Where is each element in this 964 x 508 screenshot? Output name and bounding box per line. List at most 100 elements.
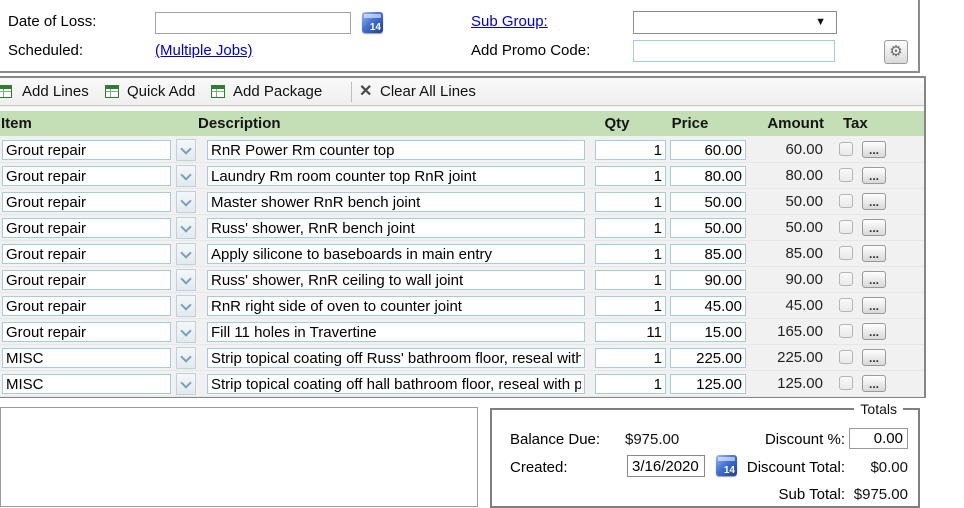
item-input[interactable] (2, 192, 171, 212)
qty-input[interactable] (595, 166, 666, 186)
clear-all-lines-button[interactable]: Clear All Lines (380, 78, 476, 106)
qty-input[interactable] (595, 374, 666, 394)
row-options-button[interactable]: ... (862, 271, 886, 288)
grid-toolbar: Add Lines Quick Add Add Package ✕ Clear … (0, 78, 924, 106)
multiple-jobs-link[interactable]: (Multiple Jobs) (155, 42, 253, 59)
header-qty: Qty (584, 111, 650, 136)
settings-button[interactable]: ⚙ (884, 40, 908, 64)
description-input[interactable] (207, 270, 585, 290)
add-package-button[interactable]: Add Package (233, 78, 322, 106)
qty-input[interactable] (595, 270, 666, 290)
item-input[interactable] (2, 322, 171, 342)
description-input[interactable] (207, 218, 585, 238)
item-dropdown-button[interactable] (176, 139, 196, 161)
sub-group-select[interactable]: ▼ (633, 11, 837, 34)
quick-add-button[interactable]: Quick Add (127, 78, 195, 106)
notes-box[interactable] (0, 407, 478, 507)
tax-checkbox[interactable] (839, 272, 853, 286)
item-dropdown-button[interactable] (176, 321, 196, 343)
sub-total-label: Sub Total: (745, 486, 845, 503)
description-input[interactable] (207, 296, 585, 316)
qty-input[interactable] (595, 296, 666, 316)
price-input[interactable] (670, 296, 746, 316)
header-price: Price (657, 111, 723, 136)
table-row: 85.00 ... (0, 241, 924, 267)
item-input[interactable] (2, 218, 171, 238)
tax-checkbox[interactable] (839, 194, 853, 208)
row-options-button[interactable]: ... (862, 375, 886, 392)
table-row: 60.00 ... (0, 137, 924, 163)
price-input[interactable] (670, 322, 746, 342)
balance-due-value: $975.00 (625, 431, 679, 448)
row-options-button[interactable]: ... (862, 297, 886, 314)
description-input[interactable] (207, 192, 585, 212)
description-input[interactable] (207, 166, 585, 186)
price-input[interactable] (670, 218, 746, 238)
tax-checkbox[interactable] (839, 168, 853, 182)
description-input[interactable] (207, 374, 585, 394)
created-date-input[interactable] (627, 455, 705, 477)
promo-code-input[interactable] (633, 40, 835, 62)
description-input[interactable] (207, 348, 585, 368)
price-input[interactable] (670, 192, 746, 212)
sub-group-link[interactable]: Sub Group: (471, 13, 548, 30)
row-options-button[interactable]: ... (862, 245, 886, 262)
item-dropdown-button[interactable] (176, 269, 196, 291)
description-input[interactable] (207, 244, 585, 264)
amount-value: 225.00 (751, 345, 823, 371)
row-options-button[interactable]: ... (862, 167, 886, 184)
price-input[interactable] (670, 140, 746, 160)
item-input[interactable] (2, 140, 171, 160)
price-input[interactable] (670, 166, 746, 186)
row-options-button[interactable]: ... (862, 193, 886, 210)
tax-checkbox[interactable] (839, 246, 853, 260)
item-input[interactable] (2, 244, 171, 264)
item-dropdown-button[interactable] (176, 373, 196, 395)
price-input[interactable] (670, 348, 746, 368)
tax-checkbox[interactable] (839, 350, 853, 364)
tax-checkbox[interactable] (839, 142, 853, 156)
qty-input[interactable] (595, 244, 666, 264)
date-of-loss-input[interactable] (155, 12, 351, 34)
row-options-button[interactable]: ... (862, 219, 886, 236)
price-input[interactable] (670, 244, 746, 264)
created-label: Created: (510, 459, 568, 476)
item-dropdown-button[interactable] (176, 243, 196, 265)
date-of-loss-calendar-icon[interactable] (362, 12, 383, 33)
row-options-button[interactable]: ... (862, 323, 886, 340)
item-input[interactable] (2, 374, 171, 394)
add-lines-button[interactable]: Add Lines (22, 78, 89, 106)
qty-input[interactable] (595, 322, 666, 342)
item-input[interactable] (2, 166, 171, 186)
table-row: 50.00 ... (0, 215, 924, 241)
qty-input[interactable] (595, 218, 666, 238)
item-input[interactable] (2, 296, 171, 316)
price-input[interactable] (670, 374, 746, 394)
discount-total-label: Discount Total: (725, 459, 845, 476)
qty-input[interactable] (595, 192, 666, 212)
chevron-down-icon (180, 351, 191, 362)
row-options-button[interactable]: ... (862, 349, 886, 366)
amount-value: 45.00 (751, 293, 823, 319)
item-input[interactable] (2, 348, 171, 368)
item-dropdown-button[interactable] (176, 217, 196, 239)
row-options-button[interactable]: ... (862, 141, 886, 158)
tax-checkbox[interactable] (839, 220, 853, 234)
item-dropdown-button[interactable] (176, 347, 196, 369)
discount-pct-input[interactable] (849, 428, 908, 449)
qty-input[interactable] (595, 348, 666, 368)
amount-value: 85.00 (751, 241, 823, 267)
item-input[interactable] (2, 270, 171, 290)
chevron-down-icon (180, 169, 191, 180)
item-dropdown-button[interactable] (176, 165, 196, 187)
amount-value: 125.00 (751, 371, 823, 397)
qty-input[interactable] (595, 140, 666, 160)
tax-checkbox[interactable] (839, 298, 853, 312)
tax-checkbox[interactable] (839, 376, 853, 390)
tax-checkbox[interactable] (839, 324, 853, 338)
item-dropdown-button[interactable] (176, 191, 196, 213)
description-input[interactable] (207, 140, 585, 160)
price-input[interactable] (670, 270, 746, 290)
item-dropdown-button[interactable] (176, 295, 196, 317)
description-input[interactable] (207, 322, 585, 342)
